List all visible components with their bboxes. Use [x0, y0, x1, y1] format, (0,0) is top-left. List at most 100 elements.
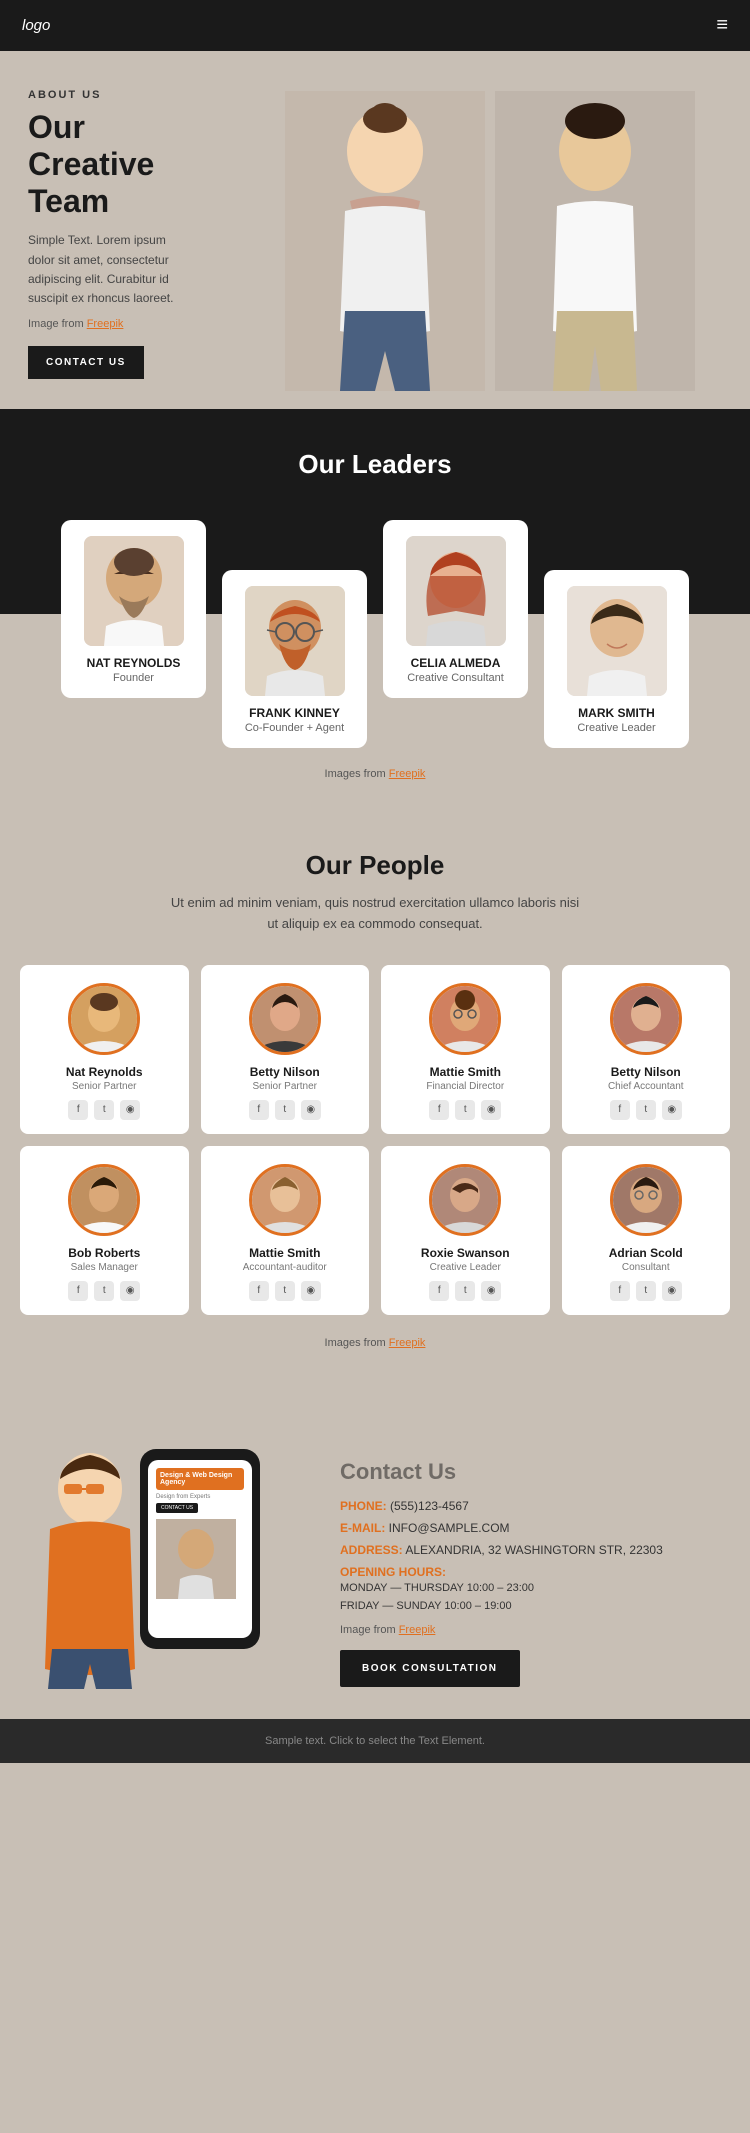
footer-text: Sample text. Click to select the Text El… [265, 1735, 485, 1747]
contact-address: ADDRESS: ALEXANDRIA, 32 WASHINGTORN STR,… [340, 1543, 730, 1557]
people-freepik-link[interactable]: Freepik [389, 1337, 426, 1349]
contact-left: Design & Web Design Agency Design from E… [20, 1419, 320, 1689]
contact-address-label: ADDRESS: [340, 1543, 403, 1557]
book-consultation-button[interactable]: BOOK CONSULTATION [340, 1650, 520, 1687]
leaders-title: Our Leaders [20, 449, 730, 480]
navbar: logo ≡ [0, 0, 750, 51]
person-socials-0: f t ◉ [30, 1100, 179, 1120]
instagram-icon-1[interactable]: ◉ [301, 1100, 321, 1120]
leader-avatar-nat [84, 536, 184, 646]
hero-freepik-link[interactable]: Freepik [87, 318, 124, 330]
instagram-icon-3[interactable]: ◉ [662, 1100, 682, 1120]
person-card-3: Betty Nilson Chief Accountant f t ◉ [562, 965, 731, 1134]
nav-logo: logo [22, 17, 50, 34]
facebook-icon-7[interactable]: f [610, 1281, 630, 1301]
facebook-icon-6[interactable]: f [429, 1281, 449, 1301]
twitter-icon-1[interactable]: t [275, 1100, 295, 1120]
twitter-icon-6[interactable]: t [455, 1281, 475, 1301]
contact-email: E-MAIL: INFO@SAMPLE.COM [340, 1521, 730, 1535]
hero-freepik-text: Image from Freepik [28, 318, 192, 330]
twitter-icon-2[interactable]: t [455, 1100, 475, 1120]
instagram-icon-2[interactable]: ◉ [481, 1100, 501, 1120]
contact-phone-label: PHONE: [340, 1499, 387, 1513]
phone-screen-sub: Design from Experts [156, 1494, 244, 1500]
instagram-icon-7[interactable]: ◉ [662, 1281, 682, 1301]
contact-phone: PHONE: (555)123-4567 [340, 1499, 730, 1513]
facebook-icon-4[interactable]: f [68, 1281, 88, 1301]
facebook-icon-5[interactable]: f [249, 1281, 269, 1301]
person-socials-3: f t ◉ [572, 1100, 721, 1120]
hero-man-svg [495, 91, 695, 391]
twitter-icon-0[interactable]: t [94, 1100, 114, 1120]
person-avatar-6 [429, 1164, 501, 1236]
hero-woman-svg [285, 91, 485, 391]
facebook-icon-2[interactable]: f [429, 1100, 449, 1120]
leader-card-celia: CELIA ALMEDA Creative Consultant [383, 520, 528, 698]
person-role-5: Accountant-auditor [211, 1262, 360, 1273]
leader-name-celia: CELIA ALMEDA [395, 656, 516, 670]
person-socials-7: f t ◉ [572, 1281, 721, 1301]
person-role-7: Consultant [572, 1262, 721, 1273]
twitter-icon-3[interactable]: t [636, 1100, 656, 1120]
leaders-header: Our Leaders [0, 409, 750, 480]
leader-card-mark: MARK SMITH Creative Leader [544, 570, 689, 748]
leader-role-celia: Creative Consultant [395, 672, 516, 684]
contact-section: Design & Web Design Agency Design from E… [0, 1389, 750, 1719]
instagram-icon-0[interactable]: ◉ [120, 1100, 140, 1120]
facebook-icon-0[interactable]: f [68, 1100, 88, 1120]
person-socials-1: f t ◉ [211, 1100, 360, 1120]
person-card-7: Adrian Scold Consultant f t ◉ [562, 1146, 731, 1315]
leader-name-mark: MARK SMITH [556, 706, 677, 720]
phone-mockup: Design & Web Design Agency Design from E… [140, 1449, 260, 1649]
facebook-icon-3[interactable]: f [610, 1100, 630, 1120]
contact-freepik-link[interactable]: Freepik [399, 1624, 436, 1636]
hero-content: ABOUT US Our Creative Team Simple Text. … [0, 51, 220, 409]
contact-us-button[interactable]: CONTACT US [28, 346, 144, 379]
person-card-4: Bob Roberts Sales Manager f t ◉ [20, 1146, 189, 1315]
person-name-4: Bob Roberts [30, 1246, 179, 1260]
leader-name-nat: NAT REYNOLDS [73, 656, 194, 670]
hero-image [230, 51, 750, 391]
hero-title: Our Creative Team [28, 109, 192, 219]
instagram-icon-4[interactable]: ◉ [120, 1281, 140, 1301]
person-avatar-5 [249, 1164, 321, 1236]
instagram-icon-6[interactable]: ◉ [481, 1281, 501, 1301]
leader-card-nat: NAT REYNOLDS Founder [61, 520, 206, 698]
people-title: Our People [20, 850, 730, 881]
twitter-icon-5[interactable]: t [275, 1281, 295, 1301]
leader-avatar-frank [245, 586, 345, 696]
leader-role-mark: Creative Leader [556, 722, 677, 734]
instagram-icon-5[interactable]: ◉ [301, 1281, 321, 1301]
person-role-4: Sales Manager [30, 1262, 179, 1273]
leaders-freepik: Images from Freepik [0, 748, 750, 810]
contact-email-value: INFO@SAMPLE.COM [389, 1521, 510, 1535]
person-avatar-3 [610, 983, 682, 1055]
hamburger-icon[interactable]: ≡ [716, 14, 728, 37]
leaders-cards: NAT REYNOLDS Founder [20, 520, 730, 748]
contact-title: Contact Us [340, 1459, 730, 1485]
person-role-6: Creative Leader [391, 1262, 540, 1273]
person-avatar-1 [249, 983, 321, 1055]
twitter-icon-7[interactable]: t [636, 1281, 656, 1301]
person-name-5: Mattie Smith [211, 1246, 360, 1260]
hero-description: Simple Text. Lorem ipsum dolor sit amet,… [28, 231, 192, 308]
person-role-0: Senior Partner [30, 1081, 179, 1092]
people-freepik: Images from Freepik [20, 1327, 730, 1369]
person-name-7: Adrian Scold [572, 1246, 721, 1260]
person-name-0: Nat Reynolds [30, 1065, 179, 1079]
person-name-3: Betty Nilson [572, 1065, 721, 1079]
person-card-0: Nat Reynolds Senior Partner f t ◉ [20, 965, 189, 1134]
person-role-1: Senior Partner [211, 1081, 360, 1092]
person-avatar-2 [429, 983, 501, 1055]
leaders-freepik-link[interactable]: Freepik [389, 768, 426, 780]
phone-person-svg [156, 1519, 236, 1599]
twitter-icon-4[interactable]: t [94, 1281, 114, 1301]
leaders-cards-wrapper: NAT REYNOLDS Founder [0, 480, 750, 748]
person-card-2: Mattie Smith Financial Director f t ◉ [381, 965, 550, 1134]
person-card-6: Roxie Swanson Creative Leader f t ◉ [381, 1146, 550, 1315]
person-avatar-7 [610, 1164, 682, 1236]
contact-freepik: Image from Freepik [340, 1624, 730, 1636]
person-name-1: Betty Nilson [211, 1065, 360, 1079]
person-socials-2: f t ◉ [391, 1100, 540, 1120]
facebook-icon-1[interactable]: f [249, 1100, 269, 1120]
